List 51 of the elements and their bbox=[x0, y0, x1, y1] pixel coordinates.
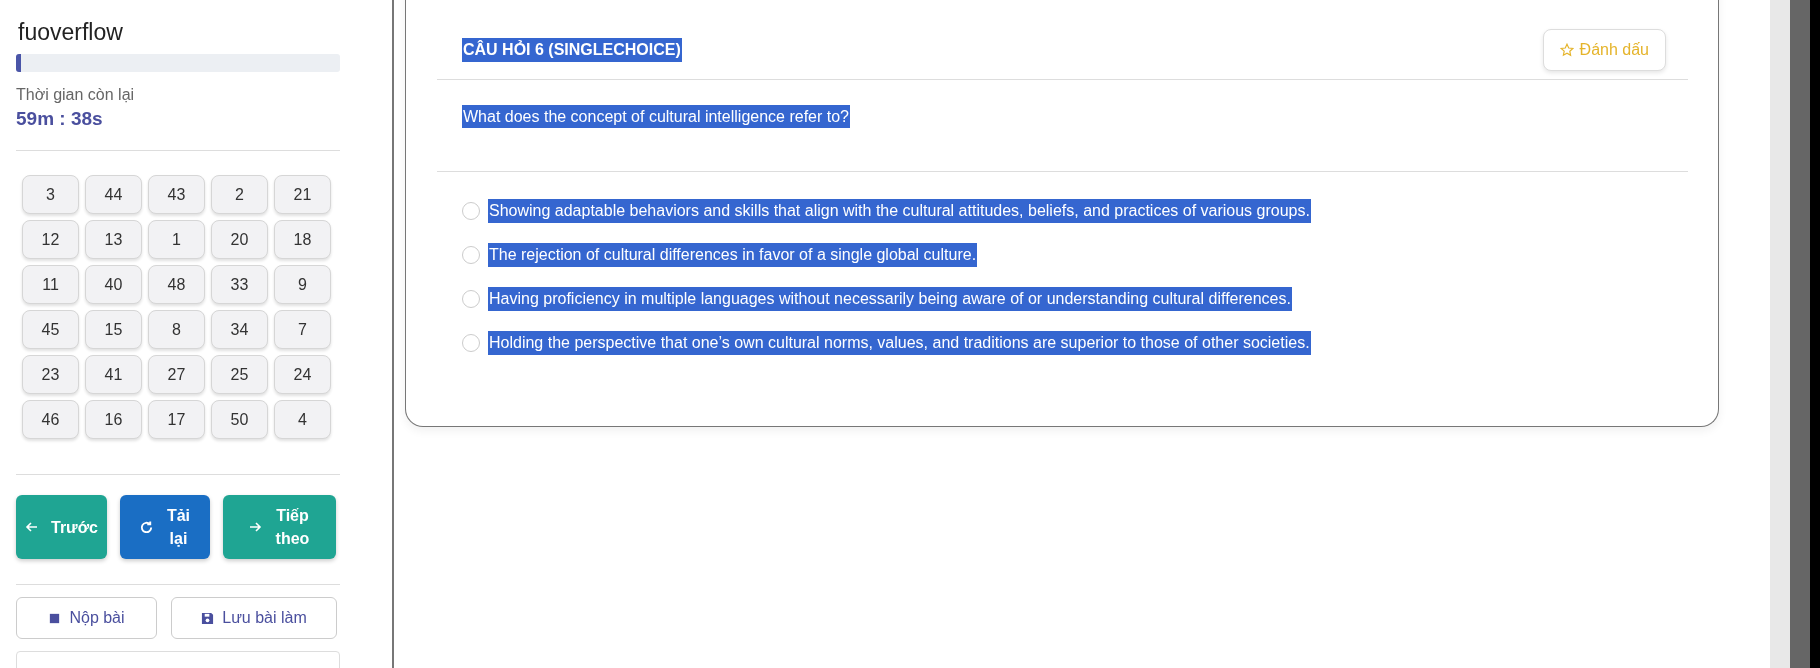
question-number-button[interactable]: 20 bbox=[211, 220, 268, 259]
question-number-button[interactable]: 25 bbox=[211, 355, 268, 394]
question-number-button[interactable]: 3 bbox=[22, 175, 79, 214]
scrollbar-thumb[interactable] bbox=[1790, 0, 1810, 668]
star-icon bbox=[1559, 42, 1574, 57]
question-number-button[interactable]: 18 bbox=[274, 220, 331, 259]
question-number-button[interactable]: 4 bbox=[274, 400, 331, 439]
option-text[interactable]: The rejection of cultural differences in favor of a single global culture. bbox=[488, 243, 978, 267]
question-number-button[interactable]: 33 bbox=[211, 265, 268, 304]
radio-button[interactable] bbox=[462, 290, 480, 308]
question-number-button[interactable]: 21 bbox=[274, 175, 331, 214]
question-number-button[interactable]: 7 bbox=[274, 310, 331, 349]
question-number-button[interactable]: 50 bbox=[211, 400, 268, 439]
option-text[interactable]: Showing adaptable behaviors and skills that align with the cultural attitudes, beliefs, and practices of various groups. bbox=[488, 199, 1311, 223]
question-number-button[interactable]: 44 bbox=[85, 175, 142, 214]
question-text: What does the concept of cultural intelligence refer to? bbox=[462, 105, 850, 128]
question-number-button[interactable]: 8 bbox=[148, 310, 205, 349]
timer-label: Thời gian còn lại bbox=[16, 86, 136, 104]
submit-button[interactable]: Nộp bài bbox=[16, 597, 157, 639]
question-number-button[interactable]: 11 bbox=[22, 265, 79, 304]
reload-icon bbox=[138, 519, 154, 535]
option-text[interactable]: Having proficiency in multiple languages without necessarily being aware of or understanding cultural differences. bbox=[488, 287, 1292, 311]
question-number-button[interactable]: 9 bbox=[274, 265, 331, 304]
radio-button[interactable] bbox=[462, 202, 480, 220]
radio-button[interactable] bbox=[462, 334, 480, 352]
timer-value: 59m : 38s bbox=[16, 108, 104, 130]
question-number-button[interactable]: 23 bbox=[22, 355, 79, 394]
question-number-button[interactable]: 12 bbox=[22, 220, 79, 259]
question-number-button[interactable]: 41 bbox=[85, 355, 142, 394]
reload-button[interactable]: Tải lại bbox=[120, 495, 210, 559]
question-number-button[interactable]: 13 bbox=[85, 220, 142, 259]
arrow-right-icon bbox=[247, 520, 262, 534]
question-number-button[interactable]: 2 bbox=[211, 175, 268, 214]
question-number-button[interactable]: 24 bbox=[274, 355, 331, 394]
question-number-button[interactable]: 27 bbox=[148, 355, 205, 394]
question-number-button[interactable]: 48 bbox=[148, 265, 205, 304]
question-number-button[interactable]: 1 bbox=[148, 220, 205, 259]
question-number-button[interactable]: 43 bbox=[148, 175, 205, 214]
radio-button[interactable] bbox=[462, 246, 480, 264]
question-number-button[interactable]: 16 bbox=[85, 400, 142, 439]
question-number-button[interactable]: 34 bbox=[211, 310, 268, 349]
question-header: CÂU HỎI 6 (SINGLECHOICE) bbox=[462, 37, 682, 62]
option-text[interactable]: Holding the perspective that one’s own cultural norms, values, and traditions are superior to those of other societies. bbox=[488, 331, 1311, 355]
site-title: fuoverflow bbox=[18, 18, 124, 46]
question-number-button[interactable]: 45 bbox=[22, 310, 79, 349]
arrow-left-icon bbox=[25, 520, 39, 534]
question-number-button[interactable]: 15 bbox=[85, 310, 142, 349]
question-number-button[interactable]: 17 bbox=[148, 400, 205, 439]
question-number-button[interactable]: 40 bbox=[85, 265, 142, 304]
question-number-button[interactable]: 46 bbox=[22, 400, 79, 439]
save-button[interactable]: Lưu bài làm bbox=[171, 597, 337, 639]
